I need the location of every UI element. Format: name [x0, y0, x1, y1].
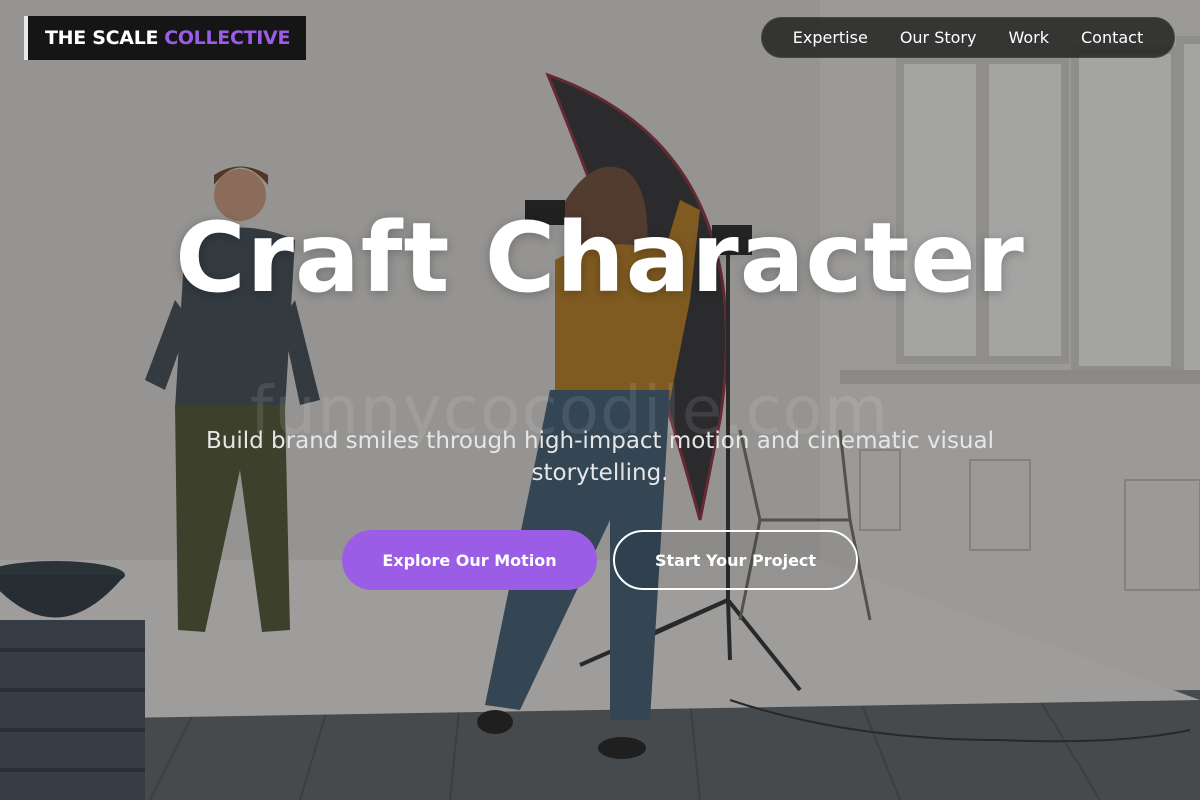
main-navigation: Expertise Our Story Work Contact	[761, 17, 1175, 58]
logo-text-main: THE SCALE	[45, 27, 159, 49]
hero-title: Craft Character	[175, 202, 1025, 314]
nav-link-contact[interactable]: Contact	[1065, 28, 1159, 47]
nav-link-work[interactable]: Work	[992, 28, 1065, 47]
nav-link-our-story[interactable]: Our Story	[884, 28, 993, 47]
logo-text-accent: COLLECTIVE	[164, 27, 291, 49]
nav-link-expertise[interactable]: Expertise	[777, 28, 884, 47]
brand-logo[interactable]: THE SCALE COLLECTIVE	[24, 16, 307, 60]
explore-motion-button[interactable]: Explore Our Motion	[342, 530, 597, 590]
start-project-button[interactable]: Start Your Project	[613, 530, 858, 590]
hero-subtitle: Build brand smiles through high-impact m…	[206, 428, 994, 486]
